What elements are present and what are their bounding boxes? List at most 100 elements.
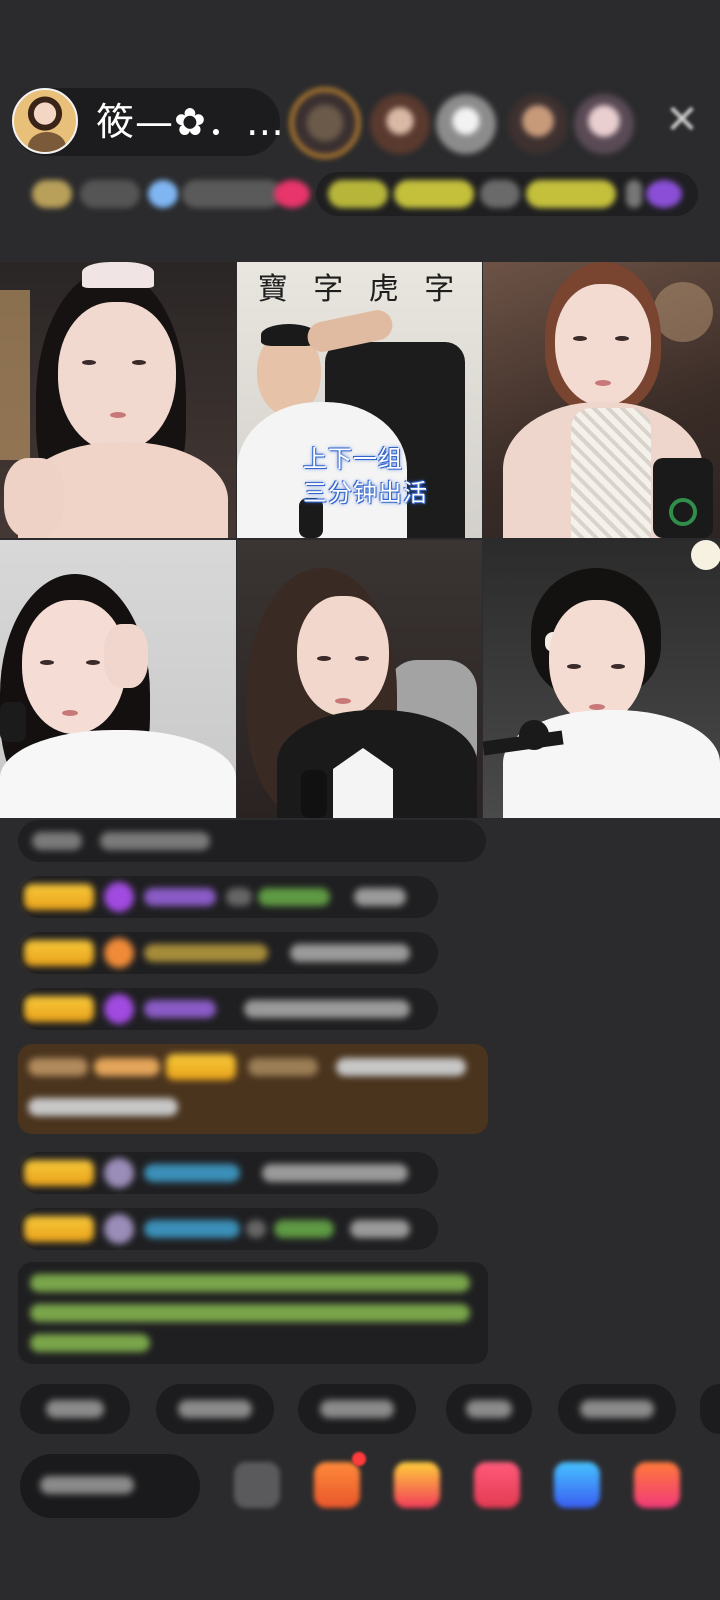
hand [104,624,148,688]
username [144,944,268,962]
gift-message-card[interactable] [18,1044,488,1134]
face [58,302,176,452]
live-room-screen: 筱—✿．… ✕ 寶 字 虎 字 上下一组 三分钟出活 [0,0,720,1600]
avatar-figure [28,132,66,152]
default-avatar-icon [104,1158,134,1188]
username [274,1220,334,1238]
level-tag [28,1058,88,1076]
eye [615,336,629,341]
viewer-avatar[interactable] [436,94,496,154]
fan-badge [24,884,94,910]
username [144,888,216,906]
activity-icon[interactable] [314,1462,360,1508]
username [144,1220,240,1238]
calligraphy-char: 寶 [257,272,288,307]
video-grid: 寶 字 虎 字 上下一组 三分钟出活 [0,262,720,818]
caption-line: 三分钟出活 [303,479,428,507]
fan-badge [24,1216,94,1242]
emoji-icon[interactable] [234,1462,280,1508]
eye [132,360,146,365]
rank-text [480,180,520,208]
rank-text [328,180,388,208]
top-viewer-avatar[interactable] [290,88,360,158]
chat-message[interactable] [18,988,438,1030]
gift-box-icon[interactable] [394,1462,440,1508]
input-placeholder [40,1476,134,1494]
fan-badge [24,940,94,966]
calligraphy-char: 字 [424,272,455,307]
calligraphy-char: 字 [313,272,344,307]
eye [40,660,54,665]
host-info-pill[interactable]: 筱—✿．… [12,88,284,156]
lips [62,710,78,716]
chat-text [28,1098,178,1116]
chat-text [244,1000,410,1018]
diamond-icon [104,994,134,1024]
chip-label [580,1400,654,1418]
video-tile[interactable] [0,540,236,818]
face [555,284,651,406]
chat-text [262,1164,408,1182]
chat-text [350,1220,410,1238]
video-tile[interactable] [0,262,236,538]
video-tile[interactable] [237,540,482,818]
quick-reply-chip[interactable] [558,1384,676,1434]
rank-text [394,180,474,208]
level-badge [32,180,72,208]
chip-label [466,1400,512,1418]
chat-message[interactable] [18,932,438,974]
lips [595,380,611,386]
quick-reply-chip[interactable] [156,1384,274,1434]
username [144,1000,216,1018]
white-top [0,730,236,818]
heart-icon[interactable] [474,1462,520,1508]
quick-reply-chip[interactable] [446,1384,532,1434]
quick-reply-chip[interactable] [20,1384,130,1434]
notice-text [30,1334,150,1352]
chat-text [100,832,210,850]
stream-caption: 上下一组 三分钟出活 [303,442,473,510]
username [248,1058,318,1076]
viewer-avatar[interactable] [508,94,568,154]
gift-icon[interactable] [634,1462,680,1508]
viewer-avatar[interactable] [574,94,634,154]
level-tag [94,1058,160,1076]
lace-top [571,408,651,538]
hair-accessory [82,262,154,288]
quick-reply-chip[interactable] [700,1384,720,1434]
rank-text [626,180,642,208]
eye [355,656,369,661]
chat-message[interactable] [18,1152,438,1194]
eye [573,336,587,341]
chat-message [18,820,486,862]
video-tile[interactable]: 寶 字 虎 字 上下一组 三分钟出活 [237,262,482,538]
host-avatar[interactable] [12,88,78,154]
video-tile[interactable] [483,540,720,818]
globe-icon [148,180,178,208]
stat-text [80,180,140,208]
microphone [301,770,327,818]
chat-text [32,832,82,850]
share-icon[interactable] [554,1462,600,1508]
notice-text [30,1304,470,1322]
stat-text [182,180,282,208]
video-tile[interactable] [483,262,720,538]
host-name: 筱—✿．… [96,100,285,144]
viewer-avatar[interactable] [370,94,430,154]
ranking-strip[interactable] [316,172,698,216]
close-icon[interactable]: ✕ [660,98,704,142]
username [258,888,330,906]
chat-input-box[interactable] [20,1454,200,1518]
username [144,1164,240,1182]
notice-text [30,1274,470,1292]
eye [317,656,331,661]
diamond-icon [104,882,134,912]
room-stats-strip[interactable] [22,172,312,216]
quick-reply-chip[interactable] [298,1384,416,1434]
calligraphy-char: 虎 [368,272,399,307]
fan-badge [24,996,94,1022]
eye [611,664,625,669]
chat-message[interactable] [18,876,438,918]
chat-text [226,888,252,906]
chat-message[interactable] [18,1208,438,1250]
